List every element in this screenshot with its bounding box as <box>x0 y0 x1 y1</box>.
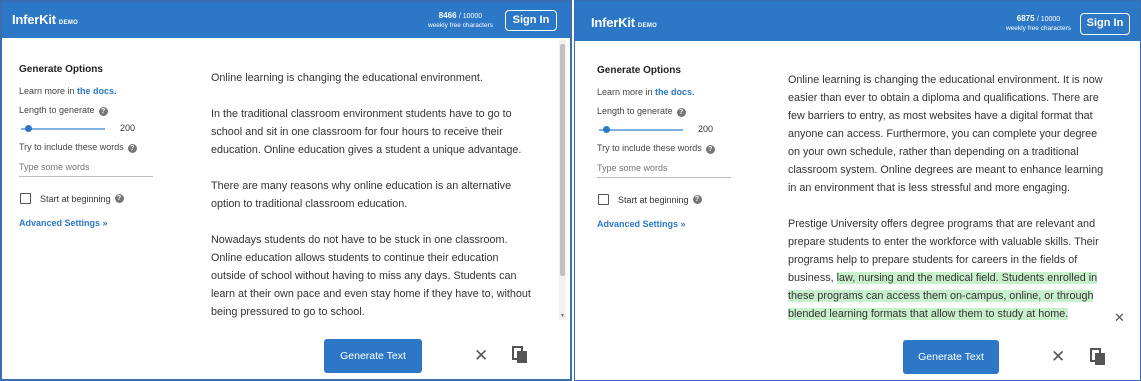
dismiss-icon[interactable]: ✕ <box>1114 309 1125 326</box>
options-title: Generate Options <box>19 64 103 75</box>
words-label: Try to include these words? <box>19 142 169 153</box>
quota-total: / 10000 <box>1036 16 1061 23</box>
length-slider[interactable]: 200 <box>19 122 169 136</box>
prompt-text-area[interactable]: Online learning is changing the educatio… <box>788 71 1108 325</box>
length-value: 200 <box>698 124 714 134</box>
text-paragraph: Prestige University offers degree progra… <box>788 215 1108 323</box>
text-paragraph: Online learning is changing the educatio… <box>211 72 483 84</box>
help-icon[interactable]: ? <box>127 144 137 153</box>
help-icon[interactable]: ? <box>676 108 686 117</box>
text-paragraph: Nowadays students do not have to be stuc… <box>211 234 531 318</box>
scrollbar-thumb[interactable] <box>560 44 565 276</box>
brand-logo[interactable]: InferKit DEMO <box>12 12 78 27</box>
generate-text-button[interactable]: Generate Text <box>324 339 422 373</box>
slider-thumb[interactable] <box>602 126 610 133</box>
start-label: Start at beginning <box>40 193 111 204</box>
words-input[interactable] <box>19 159 153 177</box>
start-label: Start at beginning <box>618 194 689 205</box>
help-icon[interactable]: ? <box>705 145 715 154</box>
top-bar: InferKit DEMO 6875 / 10000 weekly free ch… <box>575 1 1140 41</box>
advanced-settings-link[interactable]: Advanced Settings » <box>597 219 747 229</box>
generate-options-panel: Generate Options Learn more in the docs.… <box>597 65 747 229</box>
slider-track[interactable] <box>599 129 683 131</box>
help-icon[interactable]: ? <box>692 195 702 204</box>
clear-icon[interactable]: ✕ <box>474 347 488 364</box>
help-icon[interactable]: ? <box>114 194 124 203</box>
brand-logo[interactable]: InferKit DEMO <box>591 15 657 30</box>
start-at-beginning[interactable]: Start at beginning? <box>597 194 747 205</box>
character-quota: 8466 / 10000 weekly free characters <box>428 11 493 30</box>
words-label: Try to include these words? <box>597 143 747 154</box>
slider-thumb[interactable] <box>24 125 32 132</box>
quota-label: weekly free characters <box>427 22 493 29</box>
quota-count: 8466 <box>438 11 457 20</box>
sign-in-button[interactable]: Sign In <box>1080 13 1130 35</box>
text-paragraph: In the traditional classroom environment… <box>211 108 522 156</box>
prompt-text-area[interactable]: Online learning is changing the educatio… <box>211 69 531 323</box>
top-bar: InferKit DEMO 8466 / 10000 weekly free ch… <box>2 2 570 38</box>
sign-in-button[interactable]: Sign In <box>505 10 557 31</box>
generate-text-button[interactable]: Generate Text <box>903 340 999 374</box>
scrollbar[interactable]: ▼ <box>559 40 566 320</box>
quota-label: weekly free characters <box>1005 25 1071 32</box>
scroll-down-arrow-icon[interactable]: ▼ <box>560 313 565 319</box>
slider-track[interactable] <box>21 128 105 130</box>
copy-icon[interactable] <box>512 346 528 364</box>
learn-more: Learn more in the docs. <box>19 86 117 96</box>
quota-count: 6875 <box>1016 14 1035 23</box>
character-quota: 6875 / 10000 weekly free characters <box>1006 14 1071 33</box>
start-checkbox[interactable] <box>598 194 609 205</box>
quota-total: / 10000 <box>458 13 483 20</box>
text-paragraph: There are many reasons why online educat… <box>211 180 512 210</box>
advanced-settings-link[interactable]: Advanced Settings » <box>19 218 169 228</box>
words-input[interactable] <box>597 160 731 178</box>
help-icon[interactable]: ? <box>98 107 108 116</box>
length-label: Length to generate? <box>19 105 169 116</box>
learn-more: Learn more in the docs. <box>597 87 695 97</box>
start-checkbox[interactable] <box>20 193 31 204</box>
docs-link[interactable]: the docs. <box>655 87 695 97</box>
generate-options-panel: Generate Options Learn more in the docs.… <box>19 64 169 228</box>
clear-icon[interactable]: ✕ <box>1051 348 1065 365</box>
length-value: 200 <box>120 123 136 133</box>
options-title: Generate Options <box>597 65 681 76</box>
text-paragraph: Online learning is changing the educatio… <box>788 74 1104 194</box>
length-slider[interactable]: 200 <box>597 123 747 137</box>
right-demo-window: InferKit DEMO 6875 / 10000 weekly free ch… <box>574 0 1141 381</box>
copy-icon[interactable] <box>1090 348 1106 366</box>
left-demo-window: InferKit DEMO 8466 / 10000 weekly free ch… <box>0 0 572 381</box>
length-label: Length to generate? <box>597 106 747 117</box>
docs-link[interactable]: the docs. <box>77 86 117 96</box>
start-at-beginning[interactable]: Start at beginning? <box>19 193 169 204</box>
